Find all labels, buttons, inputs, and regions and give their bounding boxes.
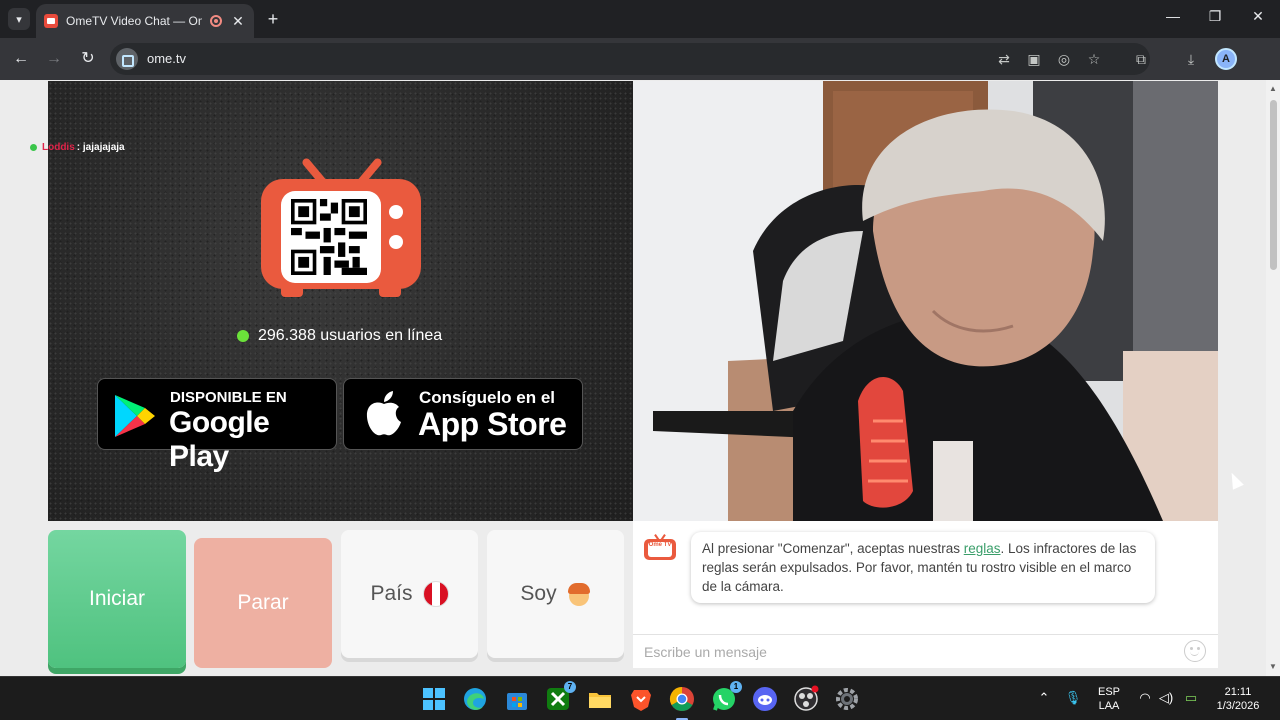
microsoft-store-icon[interactable] <box>503 685 531 713</box>
ometv-logo-icon: Ome TV <box>644 534 676 560</box>
tab-search-button[interactable]: ▾ <box>8 8 30 30</box>
windows-start-icon[interactable] <box>420 685 448 713</box>
page-scrollbar[interactable]: ▲ ▼ <box>1266 80 1280 676</box>
app-store-button[interactable]: Consíguelo en el App Store <box>343 378 583 450</box>
clock[interactable]: 21:11 1/3/2026 <box>1208 685 1268 713</box>
stop-button-label: Parar <box>237 591 289 614</box>
google-play-button[interactable]: DISPONIBLE EN Google Play <box>97 378 337 473</box>
chat-panel: Ome TV Al presionar "Comenzar", aceptas … <box>633 521 1218 668</box>
reload-icon: ↻ <box>81 50 95 67</box>
file-explorer-icon[interactable] <box>586 685 614 713</box>
profile-avatar[interactable]: A <box>1215 48 1237 70</box>
app-store-small-text: Consíguelo en el <box>419 388 556 407</box>
language-bottom: LAA <box>1098 700 1120 712</box>
online-dot-icon <box>237 330 249 342</box>
online-users-count: 296.388 usuarios en línea <box>237 327 442 345</box>
boy-face-icon <box>567 582 591 606</box>
download-icon[interactable]: ⤓ <box>1181 49 1201 69</box>
google-play-icon <box>115 395 155 437</box>
ometv-qr-tv-logo <box>261 151 421 301</box>
mouse-cursor-icon <box>1226 470 1244 490</box>
url-text: ome.tv <box>147 51 187 66</box>
browser-titlebar: ▾ OmeTV Video Chat — OmeTV ✕ + — ❐ ✕ <box>0 0 1280 38</box>
discord-icon[interactable] <box>751 685 779 713</box>
peru-flag-icon <box>422 581 449 607</box>
country-button[interactable]: País <box>341 530 478 658</box>
rules-text-before: Al presionar "Comenzar", aceptas nuestra… <box>702 541 964 556</box>
maximize-button[interactable]: ❐ <box>1200 8 1230 25</box>
chevron-up-icon[interactable]: ⌃ <box>1035 690 1053 706</box>
minimize-button[interactable]: — <box>1158 8 1188 24</box>
close-window-button[interactable]: ✕ <box>1243 8 1273 25</box>
webcam-frame <box>633 81 1218 521</box>
cast-icon[interactable]: ▣ <box>1024 49 1044 69</box>
arrow-left-icon: ← <box>13 50 29 67</box>
whatsapp-badge: 1 <box>730 681 742 693</box>
google-play-big-text: Google Play <box>169 406 270 473</box>
language-indicator[interactable]: ESP LAA <box>1097 685 1121 713</box>
clock-time: 21:11 <box>1224 686 1252 698</box>
language-top: ESP <box>1097 686 1120 698</box>
obs-icon[interactable] <box>792 685 820 713</box>
app-store-big-text: App Store <box>418 406 567 442</box>
clock-date: 1/3/2026 <box>1216 700 1260 712</box>
brave-icon[interactable] <box>627 685 655 713</box>
scrollbar-thumb[interactable] <box>1270 100 1277 270</box>
chrome-icon[interactable] <box>668 685 696 720</box>
xbox-badge: 7 <box>564 681 576 693</box>
reload-button[interactable]: ↻ <box>77 48 99 70</box>
battery-charging-icon[interactable]: ▭ <box>1182 690 1200 706</box>
edge-icon[interactable] <box>461 685 489 713</box>
microphone-icon[interactable]: 🎙 <box>1064 690 1082 706</box>
xbox-icon[interactable]: 7 <box>544 681 576 713</box>
tab-title: OmeTV Video Chat — OmeTV <box>66 14 202 28</box>
chat-overlay-username: Loddis <box>42 142 75 153</box>
stranger-video-area: 296.388 usuarios en línea DISPONIBLE EN … <box>48 81 633 521</box>
forward-button[interactable]: → <box>43 48 65 70</box>
wifi-icon[interactable]: ◠ <box>1136 690 1154 706</box>
stop-button[interactable]: Parar <box>194 538 332 668</box>
apple-logo-icon <box>366 391 401 436</box>
new-tab-button[interactable]: + <box>262 9 284 30</box>
online-dot-icon <box>30 144 37 151</box>
ometv-favicon-icon <box>44 14 58 28</box>
windows-taskbar: 7 1 ⌃ 🎙 ESP LAA ◠ ◁) ▭ 21:11 1/3/2026 <box>0 676 1280 720</box>
scroll-down-icon[interactable]: ▼ <box>1269 662 1277 671</box>
own-webcam-video <box>633 81 1218 521</box>
arrow-right-icon: → <box>46 50 62 67</box>
rules-link[interactable]: reglas <box>964 541 1001 556</box>
chat-input-bar <box>633 634 1218 668</box>
chevron-down-icon: ▾ <box>16 13 22 26</box>
ometv-logo-text: Ome TV <box>648 542 672 557</box>
translate-icon[interactable]: ⇄ <box>994 49 1014 69</box>
bookmark-star-icon[interactable]: ☆ <box>1084 49 1104 69</box>
eye-off-icon[interactable]: ◎ <box>1054 49 1074 69</box>
gender-button-label: Soy <box>520 582 557 605</box>
tab-ometv[interactable]: OmeTV Video Chat — OmeTV ✕ <box>36 4 254 38</box>
online-users-text: 296.388 usuarios en línea <box>258 327 443 344</box>
qr-code-icon <box>291 199 367 275</box>
start-button[interactable]: Iniciar <box>48 530 186 668</box>
extensions-icon[interactable]: ⧉ <box>1131 49 1151 69</box>
tab-close-icon[interactable]: ✕ <box>230 13 246 30</box>
country-button-label: País <box>370 582 413 605</box>
smiley-icon[interactable] <box>1184 640 1206 662</box>
back-button[interactable]: ← <box>10 48 32 70</box>
stranger-chat-overlay: Loddis : jajajajaja <box>30 142 125 153</box>
start-button-label: Iniciar <box>88 587 146 610</box>
whatsapp-icon[interactable]: 1 <box>710 681 742 713</box>
page-content: 296.388 usuarios en línea DISPONIBLE EN … <box>0 80 1280 676</box>
settings-gear-icon[interactable] <box>833 685 861 713</box>
volume-icon[interactable]: ◁) <box>1157 690 1175 706</box>
chat-message-input[interactable] <box>633 635 1173 668</box>
scroll-up-icon[interactable]: ▲ <box>1269 84 1277 93</box>
site-info-icon[interactable] <box>116 48 138 70</box>
recording-indicator-icon <box>210 15 222 27</box>
gender-button[interactable]: Soy <box>487 530 624 658</box>
chat-overlay-message: : jajajajaja <box>76 142 125 153</box>
rules-message: Al presionar "Comenzar", aceptas nuestra… <box>691 532 1155 603</box>
browser-toolbar: ← → ↻ ome.tv ⇄ ▣ ◎ ☆ ⧉ ⤓ A <box>0 38 1280 80</box>
google-play-small-text: DISPONIBLE EN <box>170 389 287 406</box>
